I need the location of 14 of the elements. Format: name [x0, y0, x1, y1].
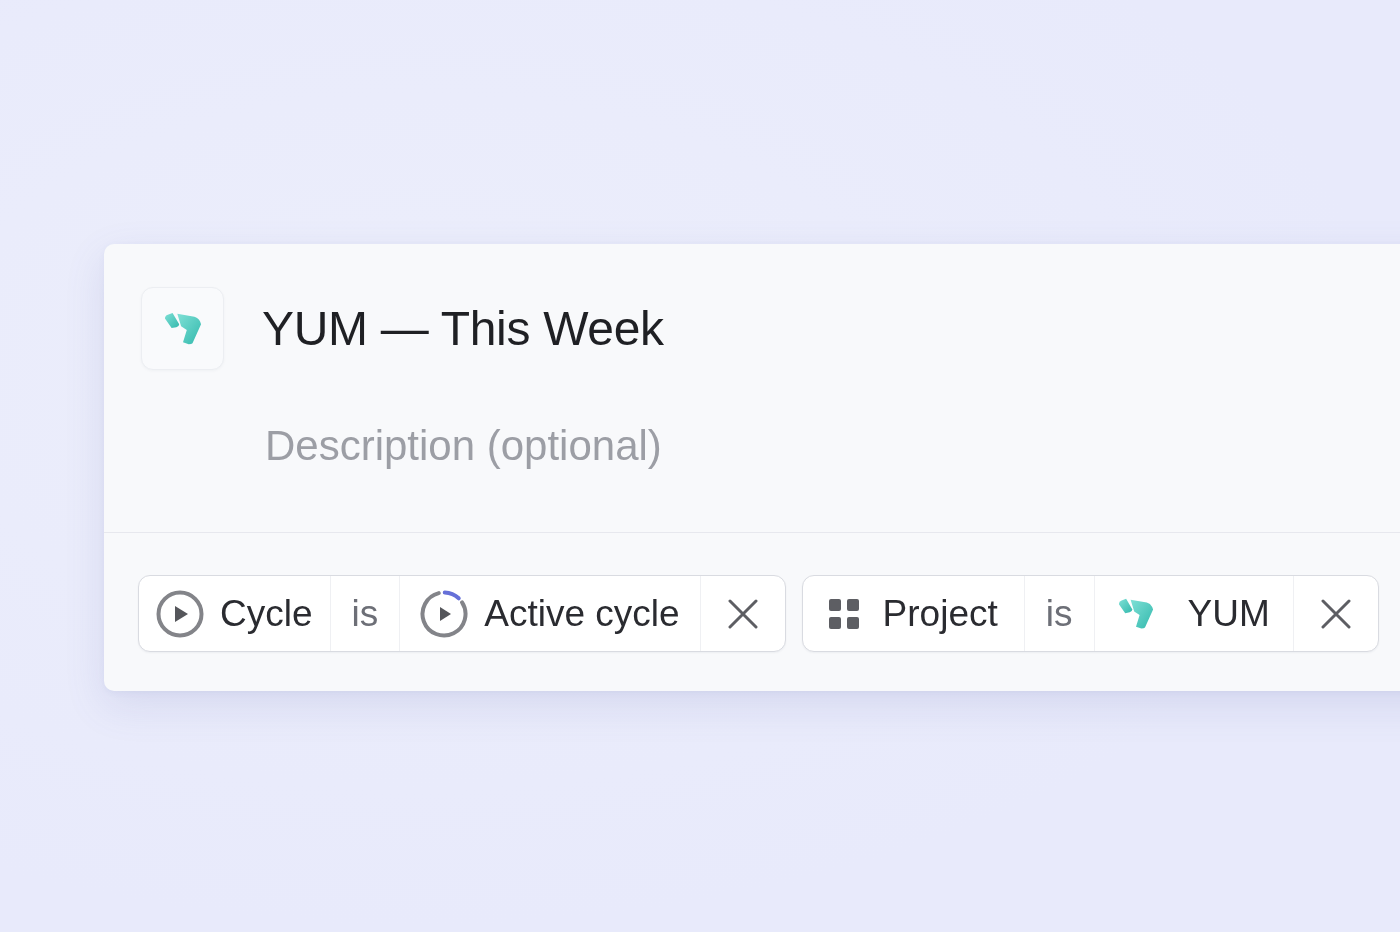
filter-operator-button[interactable]: is: [329, 576, 400, 651]
filter-value-button[interactable]: Active cycle: [399, 576, 700, 651]
filter-operator-button[interactable]: is: [1023, 576, 1094, 651]
close-icon: [727, 598, 758, 629]
filter-value-button[interactable]: YUM: [1093, 576, 1293, 651]
play-circle-icon: [156, 589, 204, 638]
filter-field-button[interactable]: Project: [802, 576, 1024, 651]
project-logo-icon: [1117, 597, 1154, 630]
close-icon: [1320, 598, 1351, 629]
logo-icon: [163, 311, 202, 346]
view-title: YUM — This Week: [262, 301, 664, 356]
filter-field-button[interactable]: Cycle: [139, 576, 330, 651]
grid-icon: [828, 598, 859, 629]
description-field[interactable]: Description (optional): [265, 419, 745, 473]
